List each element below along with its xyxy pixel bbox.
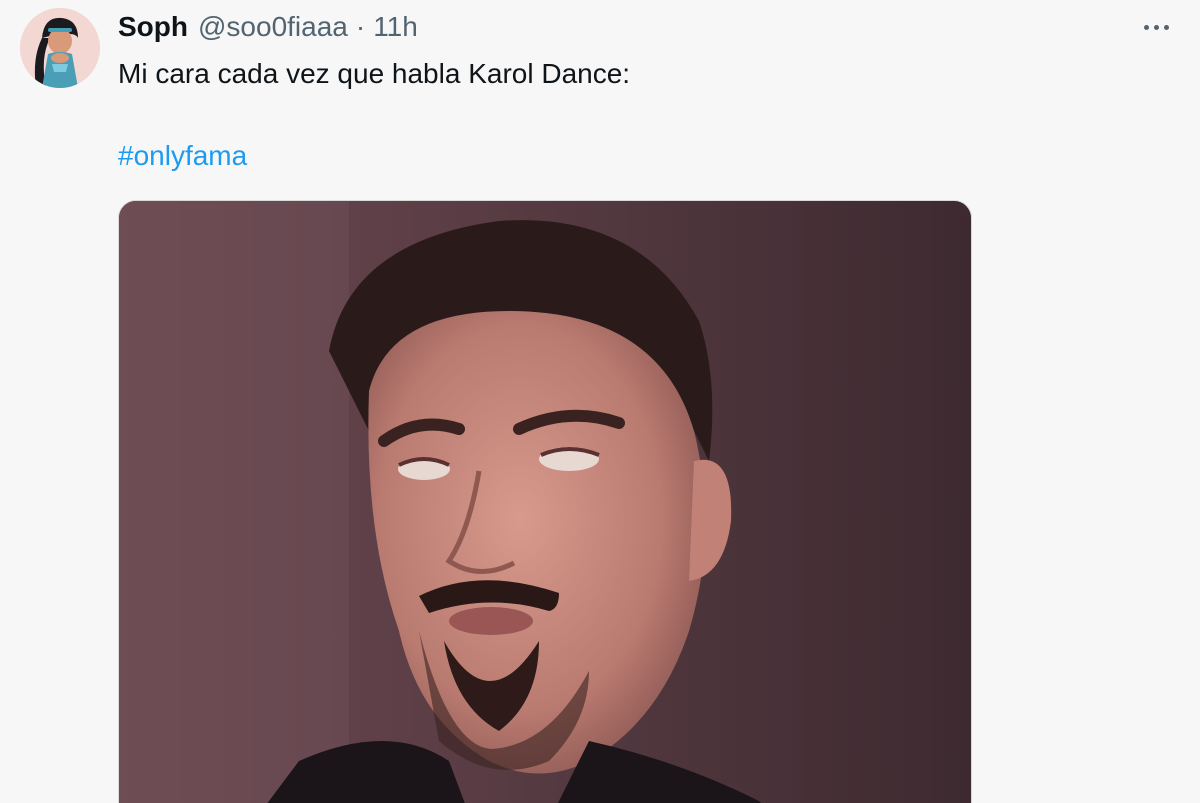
more-options-icon[interactable]: [1136, 12, 1176, 42]
hashtag-link[interactable]: #onlyfama: [118, 140, 247, 172]
more-dot: [1153, 24, 1159, 30]
avatar-image: [20, 8, 100, 88]
author-name[interactable]: Soph: [118, 11, 188, 43]
post-media-image[interactable]: [118, 200, 972, 803]
author-handle[interactable]: @soo0fiaaa: [198, 11, 348, 43]
tweet: Soph @soo0fiaaa · 11h Mi cara cada vez q…: [0, 0, 1200, 803]
post-text: Mi cara cada vez que habla Karol Dance:: [118, 58, 631, 89]
separator-dot: ·: [355, 11, 366, 42]
post-header: Soph @soo0fiaaa · 11h: [118, 10, 418, 44]
meme-photo: [119, 201, 971, 803]
more-dot: [1163, 24, 1169, 30]
more-dot: [1143, 24, 1149, 30]
avatar[interactable]: [20, 8, 100, 88]
timestamp[interactable]: 11h: [373, 11, 418, 43]
